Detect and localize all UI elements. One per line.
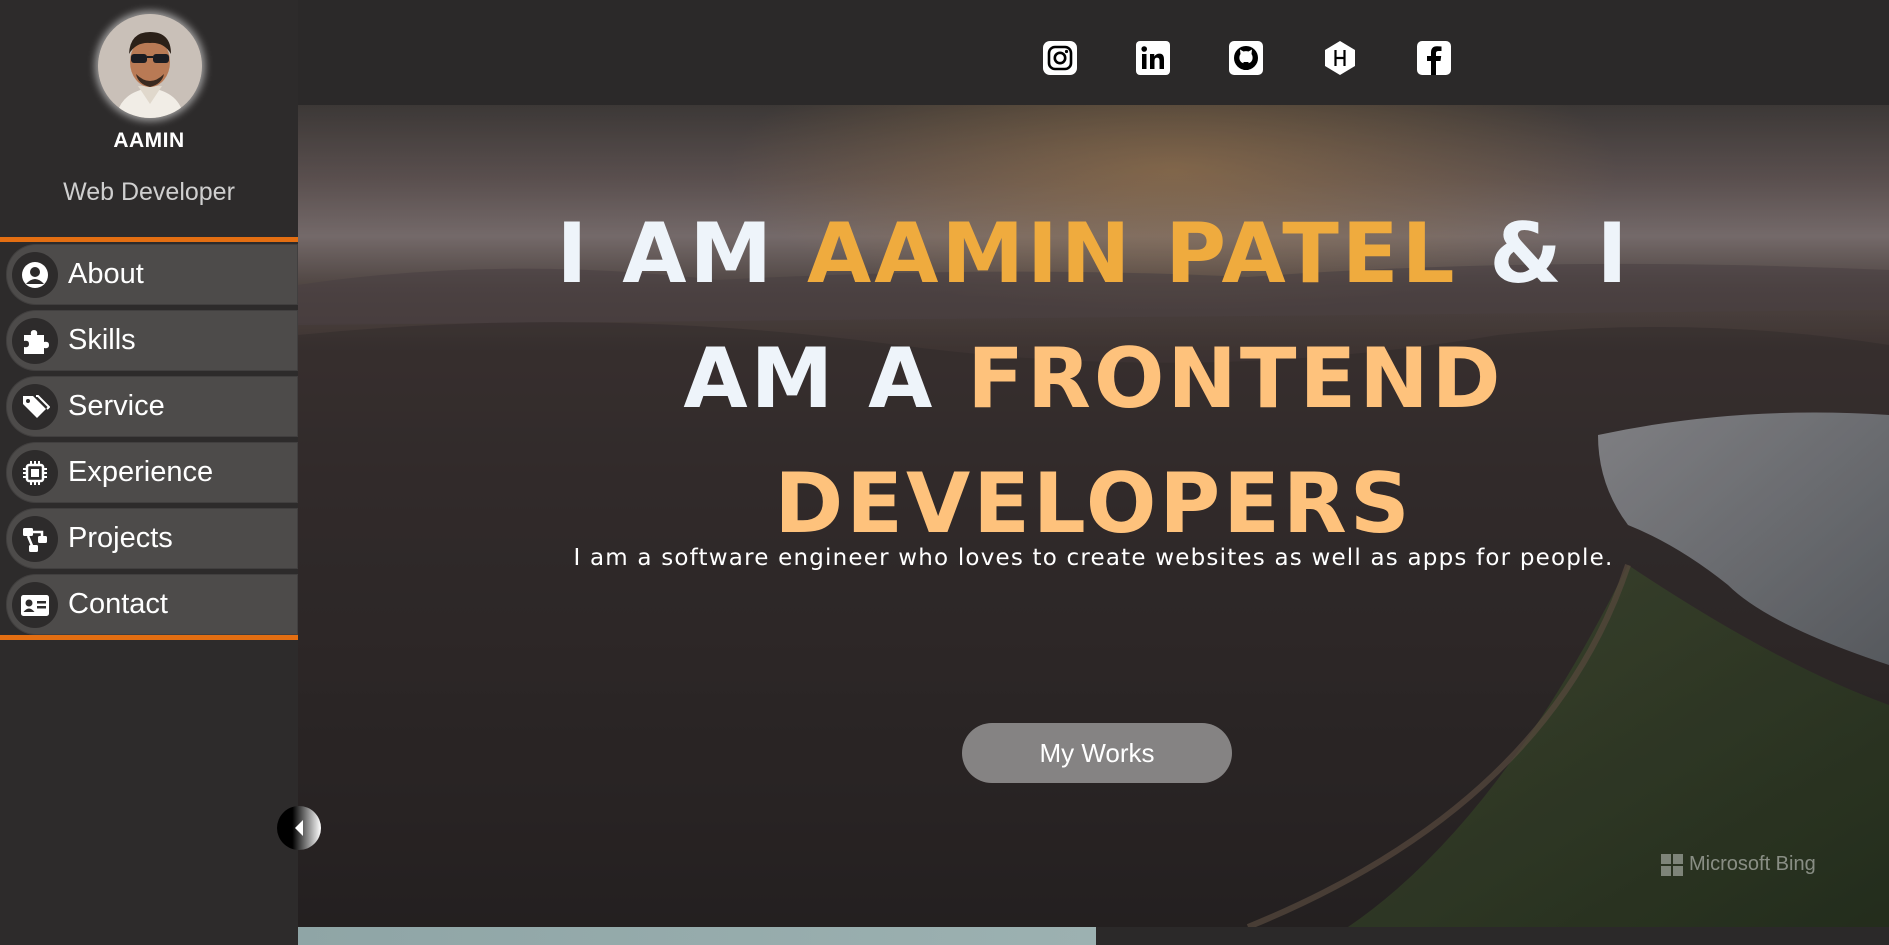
watermark-text: Microsoft Bing xyxy=(1689,853,1816,875)
caret-left-icon xyxy=(295,820,303,836)
avatar xyxy=(98,14,202,118)
puzzle-icon xyxy=(12,317,58,364)
my-works-button[interactable]: My Works xyxy=(962,723,1232,783)
sidebar: AAMIN Web Developer About Skills Service… xyxy=(0,0,298,945)
sidebar-item-label: Experience xyxy=(68,456,214,488)
sidebar-item-contact[interactable]: Contact xyxy=(6,574,298,635)
sidebar-item-label: Contact xyxy=(68,588,168,620)
top-bar xyxy=(298,0,1889,105)
diagram-icon xyxy=(12,515,58,562)
sidebar-nav: About Skills Service Experience Projects xyxy=(0,237,298,640)
hashnode-icon[interactable] xyxy=(1322,40,1358,76)
chip-icon xyxy=(12,449,58,496)
sidebar-item-label: Projects xyxy=(68,522,173,554)
sidebar-item-about[interactable]: About xyxy=(6,244,298,305)
sidebar-item-label: About xyxy=(68,258,144,290)
hero-title: I AM AAMIN PATEL & I AM A FRONTEND DEVEL… xyxy=(298,191,1889,566)
sidebar-item-label: Service xyxy=(68,390,165,422)
hero-title-text: & I xyxy=(1457,205,1631,302)
facebook-icon[interactable] xyxy=(1416,40,1452,76)
github-icon[interactable] xyxy=(1228,40,1264,76)
sidebar-item-label: Skills xyxy=(68,324,136,356)
next-section-preview xyxy=(298,927,1889,945)
user-circle-icon xyxy=(12,251,58,298)
hero-title-text: AM A xyxy=(683,330,968,427)
tags-icon xyxy=(12,383,58,430)
sidebar-toggle-button[interactable] xyxy=(277,806,321,850)
hero-section: I AM AAMIN PATEL & I AM A FRONTEND DEVEL… xyxy=(298,105,1889,927)
instagram-icon[interactable] xyxy=(1042,40,1078,76)
profile-role: Web Developer xyxy=(63,178,235,206)
hero-title-text: I AM xyxy=(556,205,807,302)
hero-subtitle: I am a software engineer who loves to cr… xyxy=(573,545,1614,571)
hero-title-name: AAMIN PATEL xyxy=(806,205,1458,302)
sidebar-item-skills[interactable]: Skills xyxy=(6,310,298,371)
address-card-icon xyxy=(12,581,58,628)
linkedin-icon[interactable] xyxy=(1135,40,1171,76)
sidebar-item-projects[interactable]: Projects xyxy=(6,508,298,569)
profile-name: AAMIN xyxy=(113,129,185,152)
windows-logo-icon xyxy=(1661,853,1683,876)
hero-title-role: FRONTEND xyxy=(967,330,1504,427)
sidebar-item-experience[interactable]: Experience xyxy=(6,442,298,503)
sidebar-item-service[interactable]: Service xyxy=(6,376,298,437)
hero-title-role: DEVELOPERS xyxy=(774,455,1413,552)
bing-watermark: Microsoft Bing xyxy=(1661,853,1816,876)
section-image xyxy=(298,927,1096,945)
